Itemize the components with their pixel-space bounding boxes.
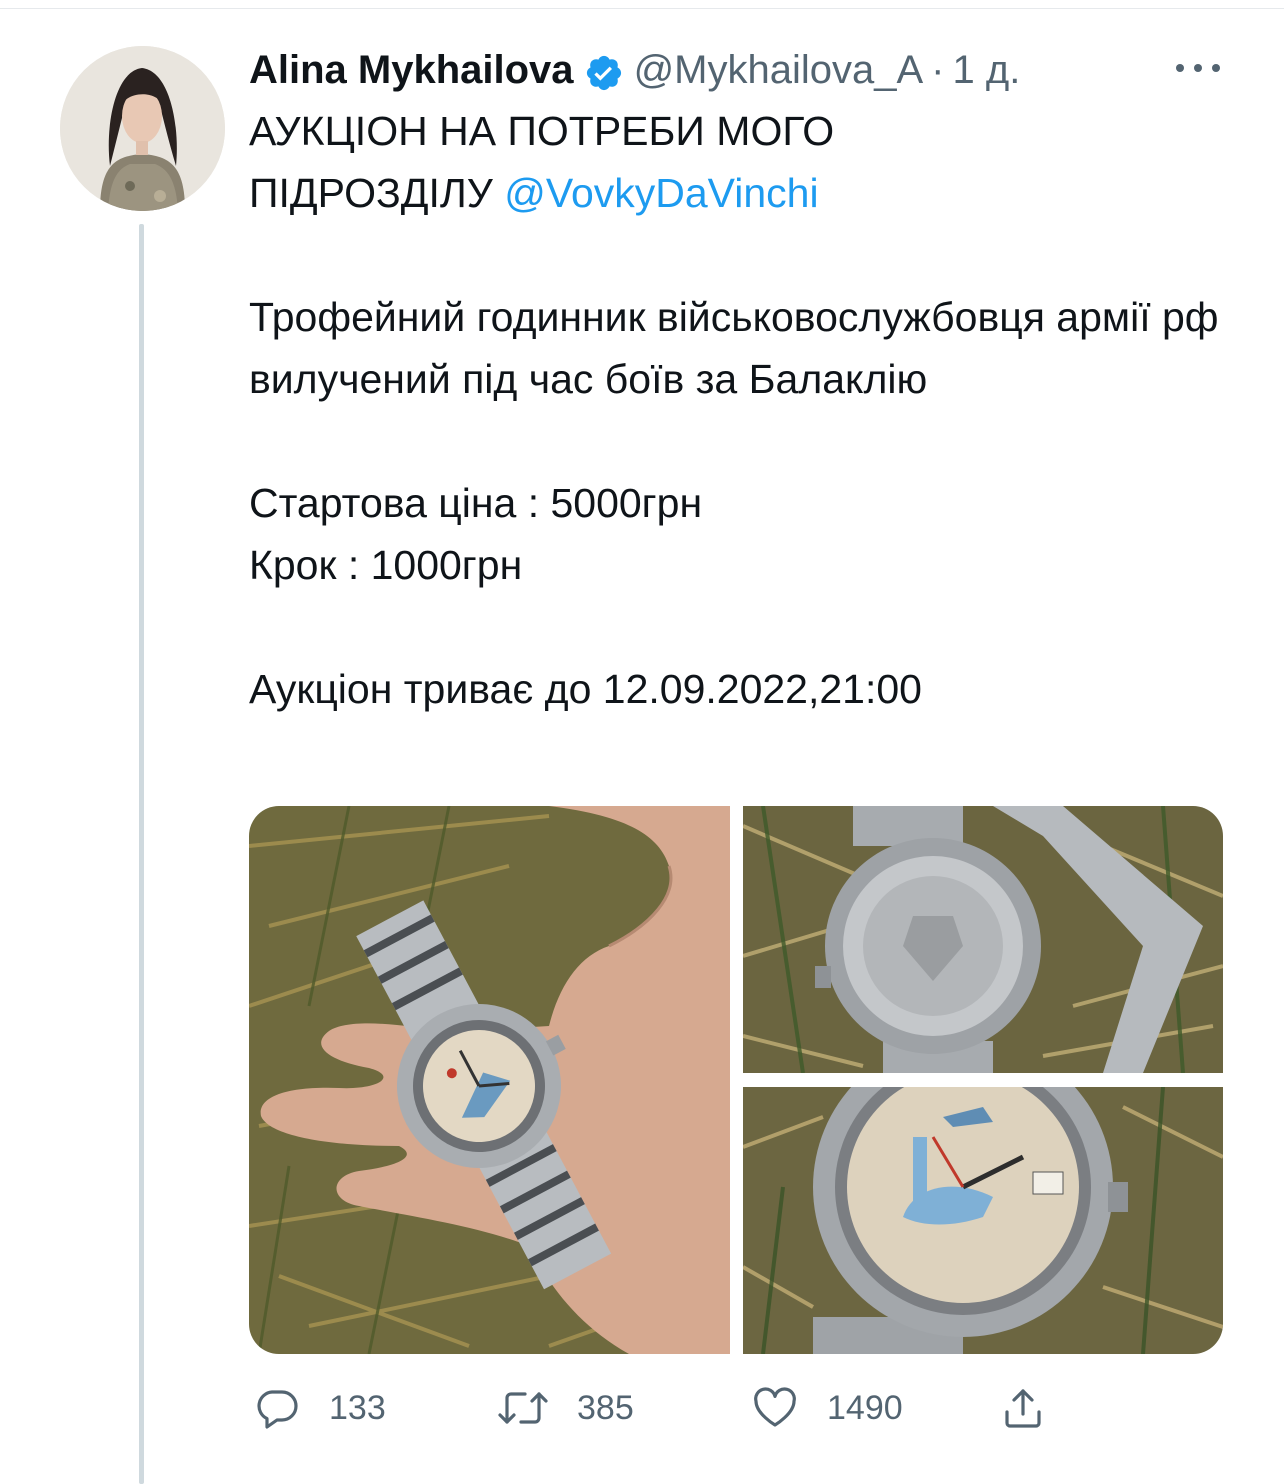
- retweet-button[interactable]: 385: [497, 1380, 634, 1436]
- photo-watch-in-hand[interactable]: [249, 806, 730, 1354]
- separator-dot: ·: [931, 48, 945, 92]
- tweet-text-line: АУКЦІОН НА ПОТРЕБИ МОГО: [249, 108, 835, 154]
- share-button[interactable]: [999, 1380, 1075, 1436]
- tweet-text-fragment: ПІДРОЗДІЛУ: [249, 170, 505, 216]
- reply-bubble-icon: [257, 1390, 298, 1429]
- tweet-header: Alina Mykhailova @Mykhailova_A · 1 д.: [249, 40, 1020, 100]
- divider: [0, 8, 1284, 9]
- tweet-text: АУКЦІОН НА ПОТРЕБИ МОГО ПІДРОЗДІЛУ @Vovk…: [249, 100, 1239, 720]
- step-line: Крок : 1000грн: [249, 542, 523, 588]
- reply-count: 133: [329, 1388, 386, 1427]
- tweet-text-line: ПІДРОЗДІЛУ @VovkyDaVinchi: [249, 162, 1239, 224]
- deadline-line: Аукціон триває до 12.09.2022,21:00: [249, 666, 922, 712]
- retweet-arrows-icon: [498, 1392, 548, 1424]
- avatar-image: [60, 46, 225, 211]
- verified-badge-icon: [584, 50, 624, 91]
- retweet-count: 385: [577, 1388, 634, 1427]
- thread-line: [139, 224, 144, 1484]
- mention-link[interactable]: @VovkyDaVinchi: [504, 170, 818, 216]
- start-price-line: Стартова ціна : 5000грн: [249, 480, 703, 526]
- like-button[interactable]: 1490: [751, 1380, 903, 1436]
- author-handle[interactable]: @Mykhailova_A: [634, 40, 924, 100]
- photo-watch-dial-closeup[interactable]: [743, 1087, 1223, 1354]
- timestamp[interactable]: 1 д.: [953, 40, 1021, 100]
- action-bar: 133 385 1490: [249, 1380, 1249, 1436]
- avatar[interactable]: [60, 46, 225, 211]
- heart-icon: [754, 1387, 796, 1427]
- more-dots-icon[interactable]: [1172, 52, 1224, 84]
- tweet-paragraph: Трофейний годинник військовослужбовця ар…: [249, 294, 1219, 402]
- photo-watch-caseback[interactable]: [743, 806, 1223, 1073]
- share-upload-icon: [1005, 1389, 1041, 1428]
- media-grid: [249, 806, 1223, 1354]
- tweet-page: Alina Mykhailova @Mykhailova_A · 1 д. АУ…: [0, 0, 1284, 1484]
- reply-button[interactable]: 133: [253, 1380, 386, 1436]
- like-count: 1490: [827, 1388, 903, 1427]
- author-name[interactable]: Alina Mykhailova: [249, 40, 574, 100]
